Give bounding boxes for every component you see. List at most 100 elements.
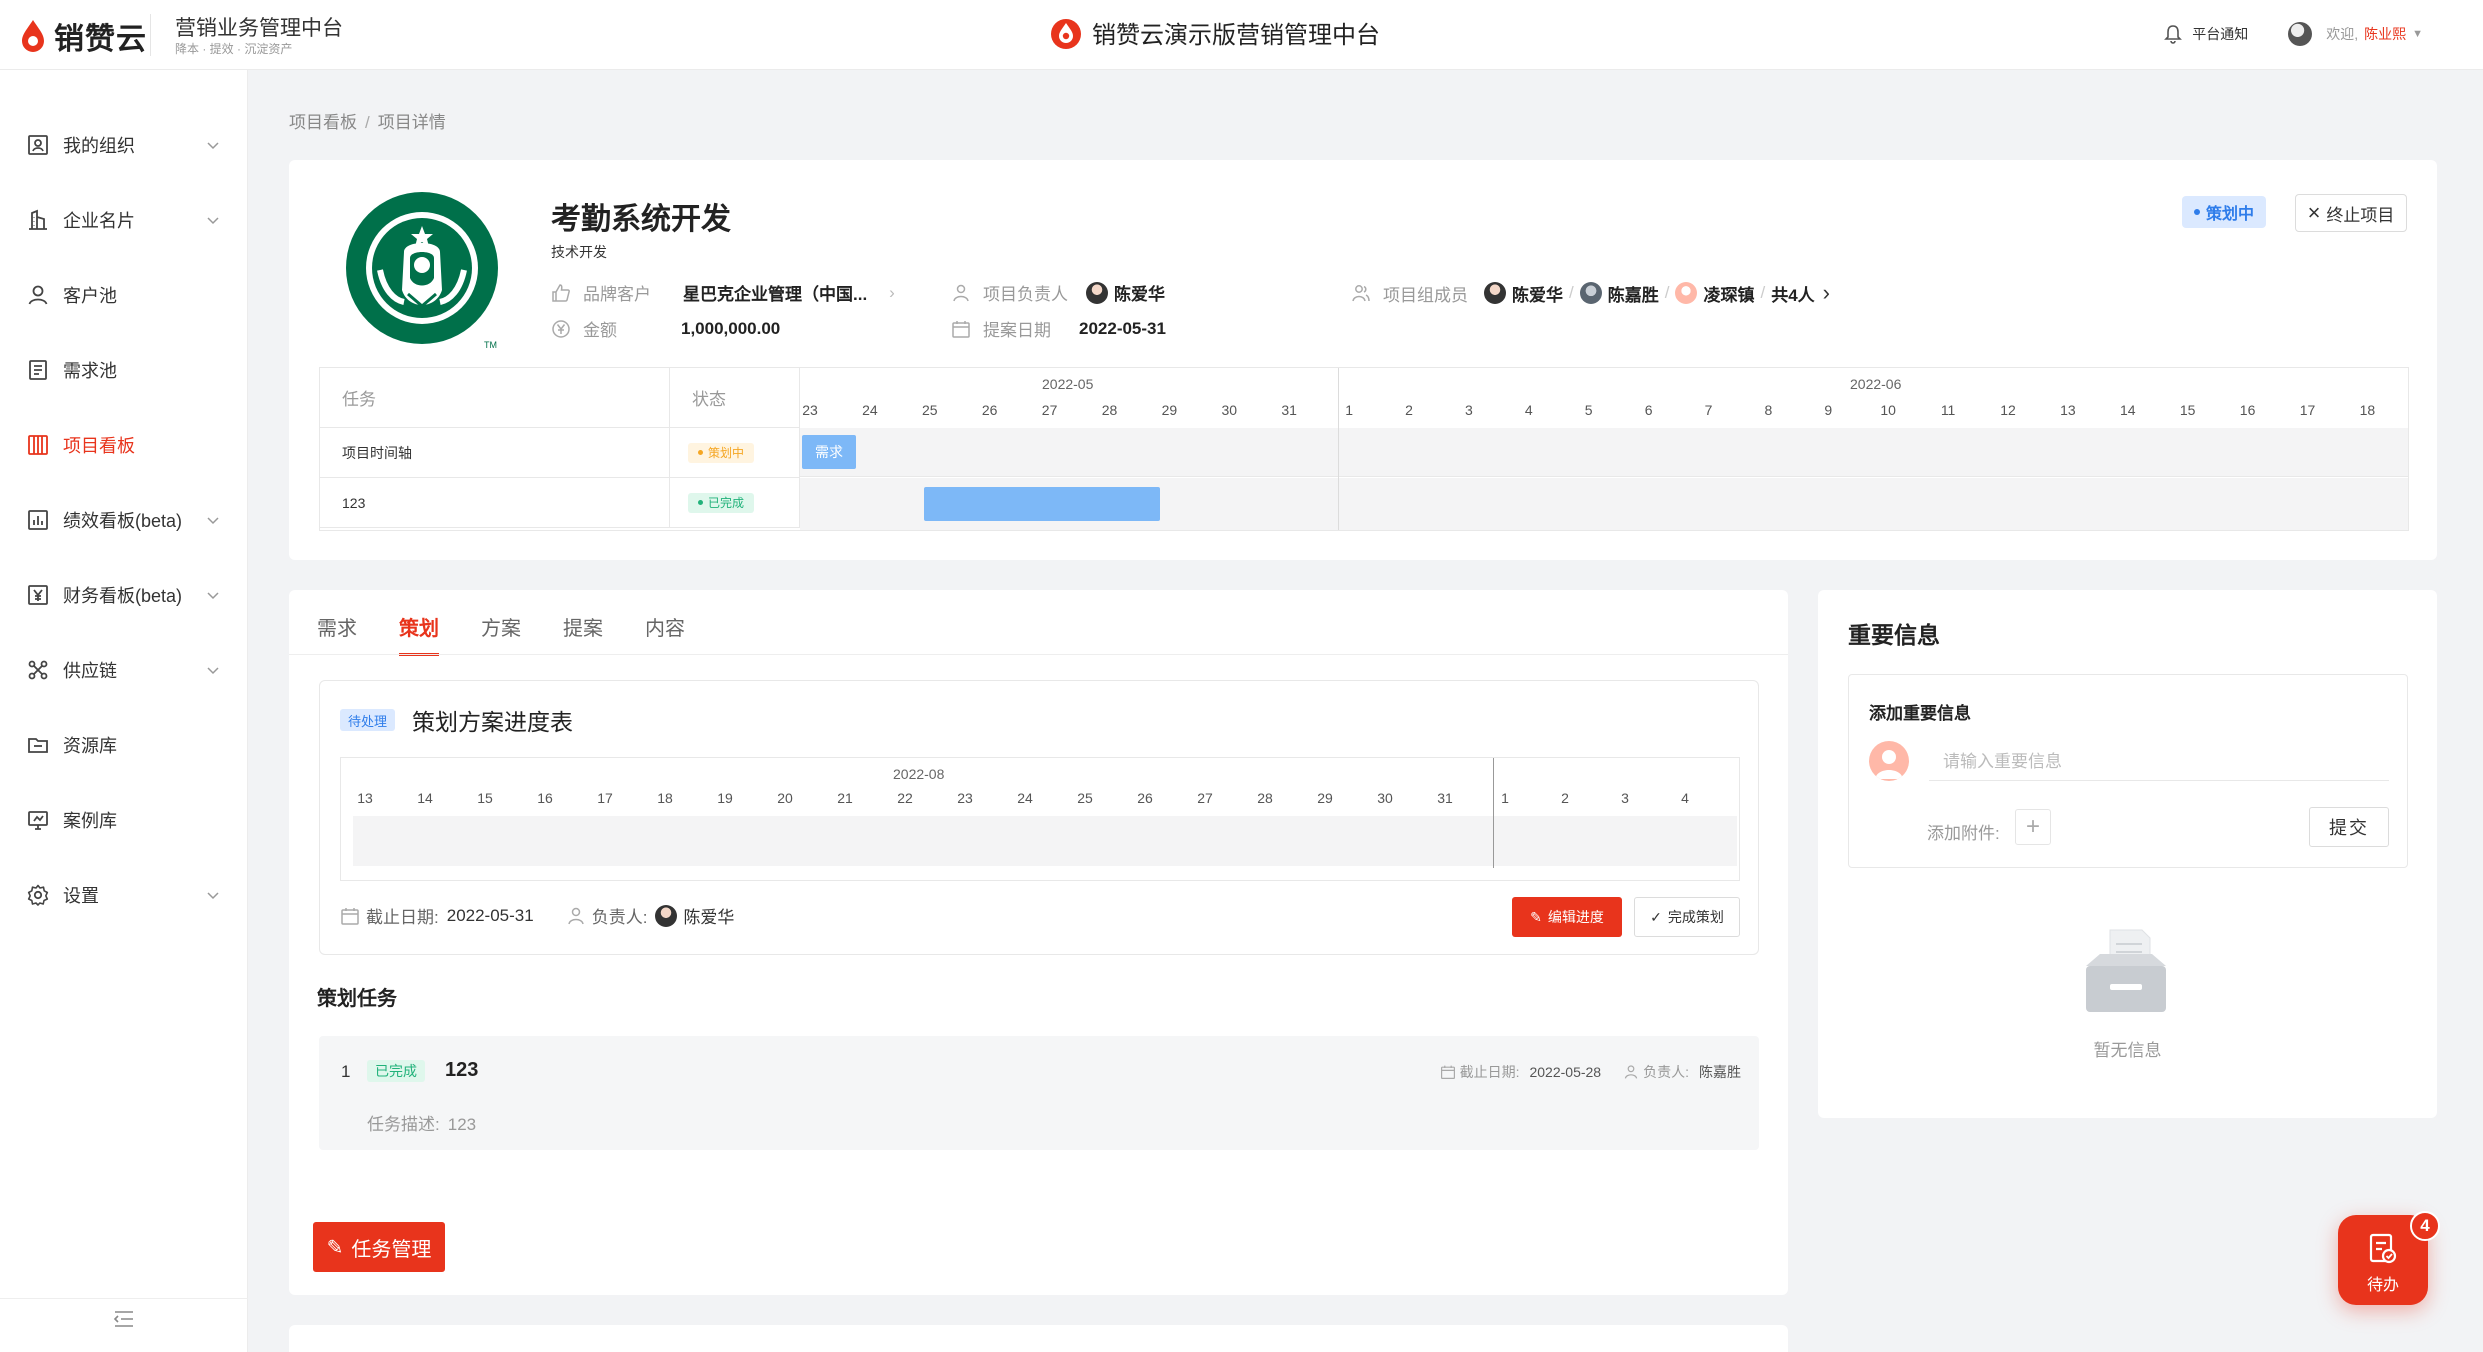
user-icon	[28, 285, 48, 305]
submit-button[interactable]: 提交	[2309, 807, 2389, 847]
date-label: 提案日期	[983, 321, 1051, 340]
gantt-day-label: 17	[2299, 402, 2316, 418]
next-section-card	[289, 1325, 1788, 1352]
complete-planning-button[interactable]: ✓ 完成策划	[1634, 897, 1740, 937]
chevron-right-icon[interactable]: ›	[889, 283, 895, 303]
sidebar-item-project-board[interactable]: 项目看板	[0, 420, 248, 470]
gantt-day-label: 7	[1704, 402, 1713, 418]
center-title-text: 销赞云演示版营销管理中台	[1092, 22, 1380, 49]
logo-drop-icon	[22, 20, 44, 52]
sidebar-item-settings[interactable]: 设置	[0, 870, 248, 920]
gantt-day-label: 23	[957, 790, 973, 806]
gantt-day-label: 9	[1824, 402, 1833, 418]
tab-solution[interactable]: 方案	[481, 612, 521, 656]
chevron-down-icon	[207, 592, 219, 600]
gantt-day-label: 28	[1101, 402, 1118, 418]
add-attachment-button[interactable]: +	[2015, 809, 2051, 845]
collapse-sidebar-icon[interactable]	[113, 1310, 135, 1328]
chevron-right-icon[interactable]: ›	[1823, 280, 1830, 306]
brand-logo-image: TM	[346, 192, 498, 350]
user-avatar[interactable]	[2288, 22, 2313, 46]
empty-box-icon	[2086, 929, 2166, 1012]
network-icon	[28, 660, 48, 680]
logo[interactable]: 销赞云	[20, 16, 147, 56]
gantt-day-label: 31	[1281, 402, 1297, 418]
gear-icon	[27, 884, 49, 906]
tab-content[interactable]: 内容	[645, 612, 685, 656]
close-icon: ×	[2307, 200, 2321, 225]
chevron-down-icon	[207, 142, 219, 150]
task-management-button[interactable]: ✎ 任务管理	[313, 1222, 445, 1272]
gantt-day-label: 27	[1041, 402, 1058, 418]
gantt-day-label: 1	[1345, 402, 1353, 418]
notify-link[interactable]: 平台通知	[2192, 24, 2248, 44]
todo-float-button[interactable]: 待办 4	[2338, 1211, 2440, 1305]
gantt-task-cell: 123	[320, 478, 670, 528]
breadcrumb-item-detail: 项目详情	[377, 113, 446, 132]
thumbs-up-icon	[552, 283, 570, 302]
important-info-input[interactable]	[1929, 743, 2389, 781]
gantt-day-label: 4	[1524, 402, 1533, 418]
sidebar-item-label: 绩效看板(beta)	[63, 511, 183, 531]
tab-demand[interactable]: 需求	[317, 612, 357, 656]
user-name[interactable]: 陈业熙	[2364, 24, 2406, 44]
gantt-day-label: 31	[1437, 790, 1453, 806]
sidebar-item-customers[interactable]: 客户池	[0, 270, 248, 320]
sidebar-item-label: 我的组织	[63, 136, 135, 156]
sidebar-item-finance[interactable]: 财务看板(beta)	[0, 570, 248, 620]
gantt-month-label: 2022-06	[1850, 376, 1902, 392]
calendar-icon	[1440, 1065, 1455, 1079]
building-icon	[29, 209, 47, 230]
add-info-box: 添加重要信息 添加附件: + 提交	[1848, 674, 2408, 868]
avatar	[1869, 741, 1909, 781]
breadcrumb-item-board[interactable]: 项目看板	[289, 113, 357, 132]
breadcrumb-separator: /	[365, 113, 370, 132]
task-item[interactable]: 1 已完成 123 截止日期: 2022-05-28 负责人: 陈嘉胜 任务描述…	[319, 1036, 1759, 1150]
avatar	[1675, 282, 1698, 304]
important-info-card: 重要信息 添加重要信息 添加附件: + 提交 暂无信息	[1818, 590, 2437, 1118]
user-avatar-icon	[1875, 750, 1903, 779]
separator: /	[1760, 283, 1766, 302]
project-title: 考勤系统开发	[551, 203, 731, 236]
gantt-day-label: 2	[1405, 402, 1413, 418]
bell-icon[interactable]	[2164, 24, 2183, 44]
sidebar-item-label: 资源库	[63, 736, 117, 756]
owner-label: 项目负责人	[983, 285, 1068, 304]
stop-label: 终止项目	[2326, 205, 2395, 225]
sidebar-item-resources[interactable]: 资源库	[0, 720, 248, 770]
gantt-col-status: 状态	[670, 368, 800, 428]
sidebar-item-performance[interactable]: 绩效看板(beta)	[0, 495, 248, 545]
gantt-day-label: 1	[1501, 790, 1509, 806]
gantt-day-label: 26	[1137, 790, 1153, 806]
section-title: 策划任务	[317, 988, 397, 1010]
stop-project-button[interactable]: × 终止项目	[2295, 194, 2407, 232]
chevron-down-icon[interactable]: ▼	[2412, 28, 2423, 40]
group-icon	[1352, 285, 1370, 302]
project-card: TM 考勤系统开发 技术开发 品牌客户 星巴克企业管理（中国... › 金额 1…	[289, 160, 2437, 560]
members-total[interactable]: 共4人	[1771, 281, 1814, 306]
sidebar-item-label: 供应链	[63, 661, 117, 681]
header-right: 平台通知 欢迎, 陈业熙 ▼	[2164, 22, 2423, 46]
gantt-day-label: 2	[1561, 790, 1569, 806]
plan-progress-box: 待处理 策划方案进度表 2022-08 13 14 15 16 17 18 19 20 21 22…	[319, 680, 1759, 955]
edit-progress-button[interactable]: ✎ 编辑进度	[1512, 897, 1622, 937]
check-icon: ✓	[1650, 908, 1662, 925]
gantt-day-label: 6	[1644, 402, 1653, 418]
status-text: 已完成	[708, 496, 745, 510]
deadline-value: 2022-05-28	[1529, 1064, 1602, 1080]
chevron-down-icon	[207, 517, 219, 525]
tab-planning[interactable]: 策划	[399, 612, 439, 656]
sidebar-item-demands[interactable]: 需求池	[0, 345, 248, 395]
sidebar-item-cases[interactable]: 案例库	[0, 795, 248, 845]
gantt-bar-task[interactable]	[924, 487, 1160, 521]
sidebar-item-supply-chain[interactable]: 供应链	[0, 645, 248, 695]
sidebar-item-company[interactable]: 企业名片	[0, 195, 248, 245]
members-label: 项目组成员	[1383, 285, 1468, 305]
gantt-bar-demand[interactable]: 需求	[802, 435, 856, 469]
calendar-icon	[341, 907, 359, 925]
tab-proposal[interactable]: 提案	[563, 612, 603, 656]
gantt-col-task: 任务	[320, 368, 670, 428]
sidebar-item-org[interactable]: 我的组织	[0, 120, 248, 170]
sidebar-item-label: 需求池	[63, 361, 117, 381]
gantt-day-label: 24	[862, 402, 878, 418]
